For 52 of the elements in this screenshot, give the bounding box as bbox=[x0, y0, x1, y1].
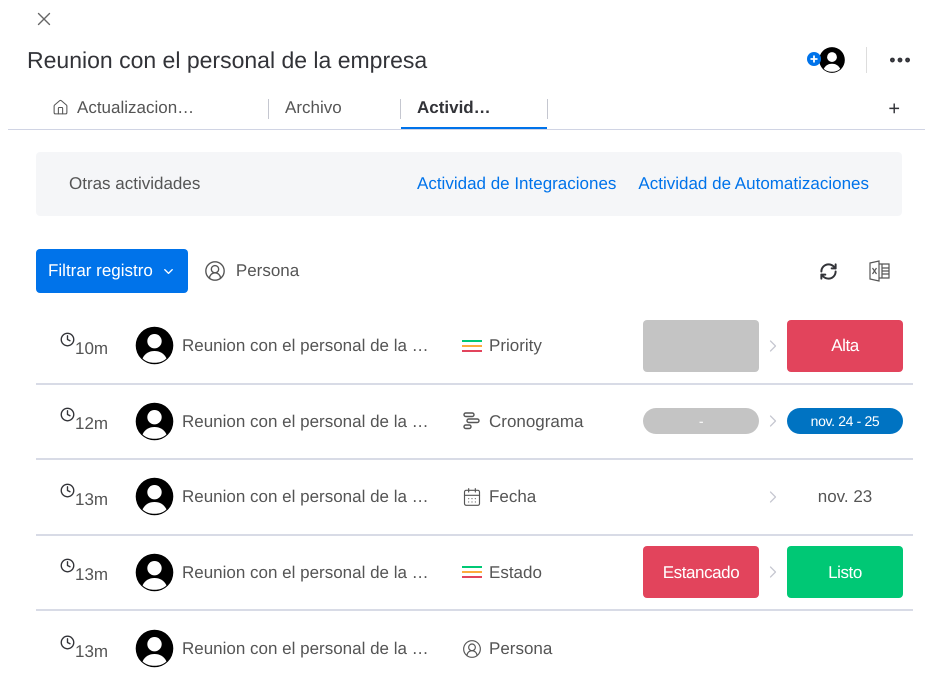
add-tab-button[interactable]: + bbox=[863, 88, 925, 129]
status-column-icon bbox=[462, 565, 482, 580]
user-avatar-icon bbox=[134, 628, 175, 670]
refresh-icon[interactable] bbox=[819, 262, 838, 280]
item-name: Reunion con el personal de la … bbox=[182, 638, 430, 660]
clock-icon bbox=[60, 482, 75, 498]
filter-button[interactable]: Filtrar registro bbox=[36, 249, 188, 293]
user-avatar-icon bbox=[134, 476, 175, 518]
other-activities-label: Otras actividades bbox=[69, 173, 202, 196]
item-name: Reunion con el personal de la … bbox=[182, 562, 430, 584]
clock-icon bbox=[60, 407, 75, 422]
time-ago: 10m bbox=[75, 338, 108, 360]
time-ago: 12m bbox=[75, 413, 108, 435]
calendar-icon bbox=[462, 486, 482, 507]
status-label: Estancado bbox=[643, 546, 759, 598]
status-column-icon bbox=[462, 338, 482, 353]
user-avatar-icon bbox=[134, 400, 175, 442]
timeline-pill: nov. 24 - 25 bbox=[787, 408, 903, 434]
status-label: Listo bbox=[787, 546, 903, 598]
time-ago: 13m bbox=[75, 488, 108, 510]
clock-icon bbox=[60, 634, 75, 650]
date-value: nov. 23 bbox=[816, 486, 874, 508]
time-ago: 13m bbox=[75, 640, 108, 662]
home-icon bbox=[52, 99, 69, 116]
window-title: Reunion con el personal de la empresa bbox=[27, 46, 428, 75]
tab[interactable]: Actualizacion… bbox=[36, 88, 268, 129]
timeline-pill: - bbox=[643, 408, 759, 434]
column-name: Estado bbox=[489, 562, 542, 584]
item-name: Reunion con el personal de la … bbox=[182, 410, 430, 432]
clock-icon bbox=[60, 558, 75, 573]
status-label: Alta bbox=[787, 320, 903, 372]
person-icon bbox=[204, 260, 226, 282]
activity-link[interactable]: Actividad de Integraciones bbox=[417, 171, 616, 197]
add-icon[interactable] bbox=[807, 52, 821, 66]
subscriber-avatar-icon bbox=[818, 46, 846, 74]
spreadsheet-export-icon[interactable] bbox=[868, 260, 892, 282]
column-name: Priority bbox=[489, 335, 542, 357]
user-avatar-icon bbox=[134, 325, 175, 366]
clock-icon bbox=[60, 332, 75, 346]
tab[interactable]: Activid… bbox=[401, 88, 547, 129]
activity-link[interactable]: Actividad de Automatizaciones bbox=[638, 171, 869, 197]
column-name: Persona bbox=[489, 638, 552, 660]
item-name: Reunion con el personal de la … bbox=[182, 486, 430, 508]
tab[interactable]: Archivo bbox=[269, 88, 400, 129]
timeline-column-icon bbox=[462, 411, 482, 432]
item-name: Reunion con el personal de la … bbox=[182, 335, 430, 357]
person-column-icon bbox=[462, 638, 482, 659]
time-ago: 13m bbox=[75, 564, 108, 586]
user-avatar-icon bbox=[134, 552, 175, 593]
column-name: Cronograma bbox=[489, 410, 584, 432]
person-filter-button[interactable]: Persona bbox=[204, 258, 300, 284]
column-name: Fecha bbox=[489, 486, 536, 508]
